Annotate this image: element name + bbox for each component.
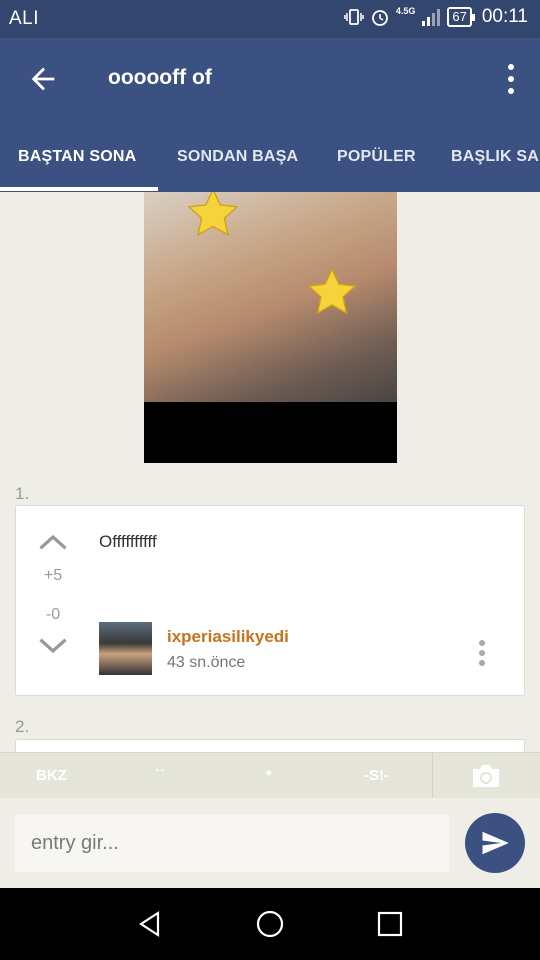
tab-bar: BAŞTAN SONA SONDAN BAŞA POPÜLER BAŞLIK S… [0,120,540,192]
overflow-menu-icon[interactable] [506,64,516,94]
entry-text: Offffffffff [99,532,157,551]
system-nav-bar [0,888,540,960]
status-bar: ALI 4.5G 67 00:11 [0,0,540,38]
tab-sondan-basa[interactable]: SONDAN BAŞA [177,148,298,166]
spoiler-button[interactable]: -S!- [364,767,389,784]
tab-bastan-sona[interactable]: BAŞTAN SONA [18,148,136,166]
back-arrow-icon[interactable] [26,62,60,96]
upvote-icon[interactable] [38,532,68,552]
battery-indicator: 67 [447,7,476,27]
entry-time: 43 sn.önce [167,654,246,671]
bkz-button[interactable]: BKZ [36,767,67,784]
entry-more-icon[interactable] [478,640,486,666]
alarm-icon [371,10,388,26]
camera-icon[interactable] [470,763,502,789]
star-sticker-icon [187,192,239,237]
entry-composer [0,798,540,888]
carrier-name: ALI [9,8,40,29]
entry-number: 1. [15,484,30,503]
downvote-count: -0 [45,606,61,623]
active-tab-indicator [0,187,158,191]
send-button[interactable] [465,813,525,873]
downvote-icon[interactable] [38,636,68,656]
upvote-count: +5 [43,567,63,584]
star-sticker-icon [307,267,357,315]
format-toolbar: BKZ `` * -S!- [0,752,540,799]
toolbar-divider [432,753,433,799]
clock: 00:11 [481,6,528,27]
status-icons: 4.5G 67 00:11 [344,6,528,28]
tab-populer[interactable]: POPÜLER [337,148,416,166]
page-title: oooooff of [108,66,212,89]
send-icon [482,831,509,855]
signal-icon [422,9,441,26]
vibrate-icon [344,9,364,25]
entry-image[interactable] [144,192,397,463]
network-type: 4.5G [395,6,416,16]
entry-number: 2. [15,717,30,736]
entry-card [15,739,525,752]
app-bar: oooooff of [0,38,540,120]
tab-baslik[interactable]: BAŞLIK SA [451,148,539,166]
author-name[interactable]: ixperiasilikyedi [167,627,289,647]
star-button[interactable]: * [266,767,272,784]
backtick-button[interactable]: `` [155,767,165,784]
entry-card: +5 -0 Offffffffff ixperiasilikyedi 43 sn… [15,505,525,696]
author-avatar[interactable] [99,622,152,675]
back-triangle-icon[interactable] [134,908,166,940]
entry-input[interactable] [15,814,449,872]
recents-square-icon[interactable] [374,908,406,940]
entry-list[interactable]: 1. +5 -0 Offffffffff ixperiasilikyedi 43… [0,192,540,752]
home-circle-icon[interactable] [254,908,286,940]
